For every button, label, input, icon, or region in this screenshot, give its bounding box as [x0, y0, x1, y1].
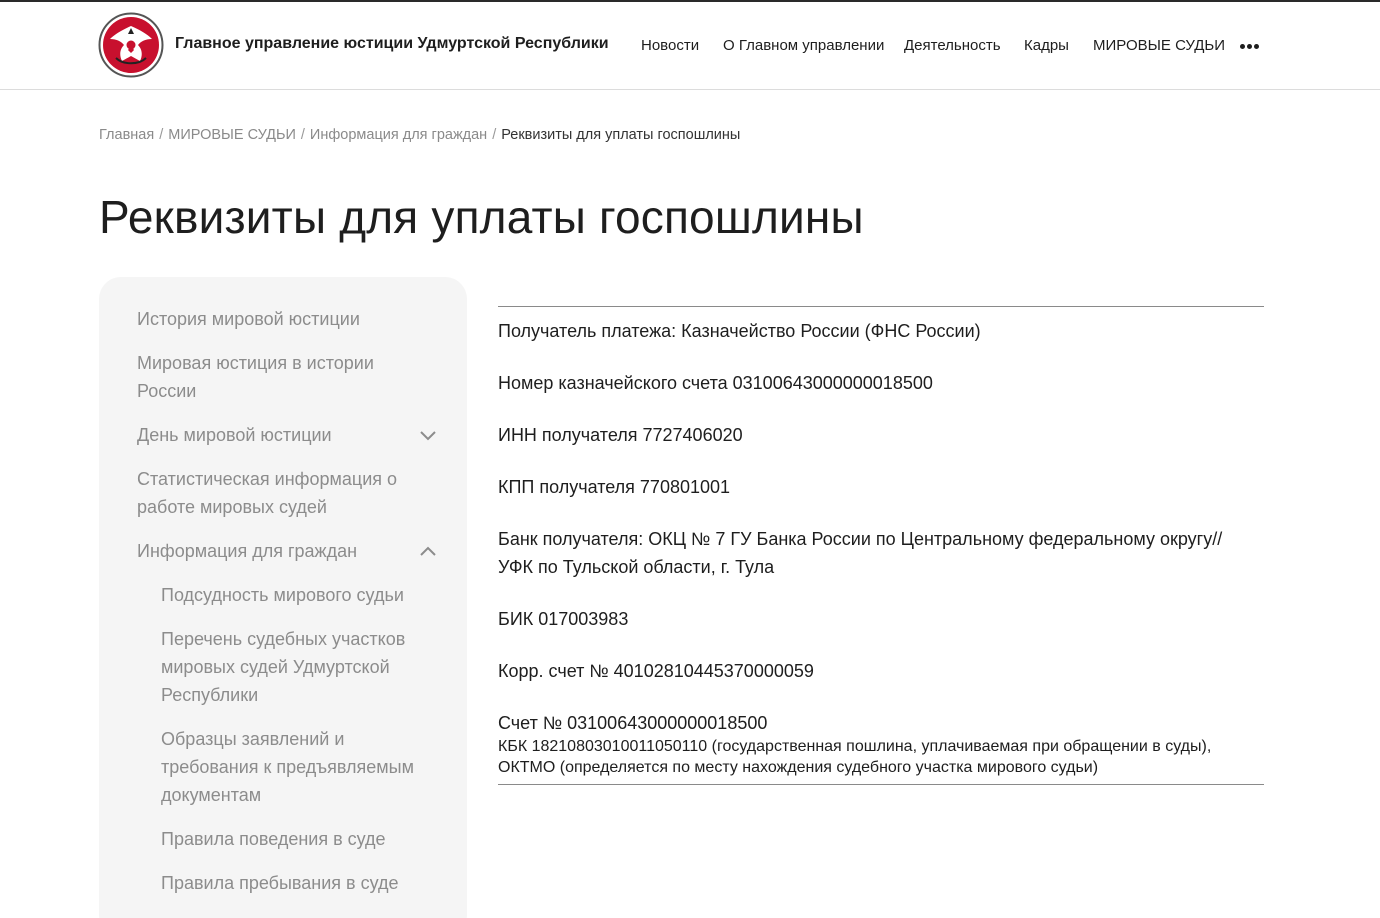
kpp-text: КПП получателя 770801001: [498, 477, 731, 497]
nav-about[interactable]: О Главном управлении: [723, 37, 884, 54]
dot: [1240, 44, 1245, 49]
sidebar-item-history[interactable]: История мировой юстиции: [137, 305, 437, 333]
dot: [1254, 44, 1259, 49]
breadcrumb-magistrates[interactable]: МИРОВЫЕ СУДЬИ: [168, 127, 296, 143]
breadcrumb-separator: /: [159, 127, 164, 143]
bik-text: БИК 017003983: [498, 609, 629, 629]
corr-account-text: Корр. счет № 40102810445370000059: [498, 661, 814, 681]
sidebar-item-justice-day[interactable]: День мировой юстиции: [137, 421, 437, 449]
nav-news[interactable]: Новости: [641, 37, 699, 54]
sidebar-subitem-conduct-rules[interactable]: Правила поведения в суде: [161, 825, 431, 853]
inn-text: ИНН получателя 7727406020: [498, 425, 743, 445]
sidebar-item-statistics[interactable]: Статистическая информация о работе миров…: [137, 465, 437, 521]
breadcrumb-separator: /: [300, 127, 305, 143]
breadcrumb-current: Реквизиты для уплаты госпошлины: [501, 127, 741, 143]
page-title: Реквизиты для уплаты госпошлины: [99, 191, 864, 243]
site-header: Главное управление юстиции Удмуртской Ре…: [0, 2, 1380, 90]
recipient-text: Получатель платежа: Казначейство России …: [498, 321, 981, 341]
nav-magistrates[interactable]: МИРОВЫЕ СУДЬИ: [1093, 37, 1225, 54]
breadcrumb-citizens-info[interactable]: Информация для граждан: [310, 127, 487, 143]
sidebar-subitem-stay-rules[interactable]: Правила пребывания в суде: [161, 869, 431, 897]
content-top-divider: [498, 306, 1264, 307]
nav-activity[interactable]: Деятельность: [904, 37, 1001, 54]
chevron-down-icon[interactable]: [419, 429, 437, 441]
sidebar-subitem-jurisdiction[interactable]: Подсудность мирового судьи: [161, 581, 431, 609]
kbk-text: КБК 18210803010011050110 (государственна…: [498, 738, 1212, 755]
content-bottom-divider: [498, 784, 1264, 785]
bank-text: Банк получателя: ОКЦ № 7 ГУ Банка России…: [498, 529, 1223, 577]
chevron-up-icon[interactable]: [419, 545, 437, 557]
main-nav: Новости О Главном управлении Деятельност…: [0, 37, 1380, 57]
breadcrumb-separator: /: [492, 127, 497, 143]
more-horizontal-icon[interactable]: [1240, 44, 1262, 52]
breadcrumb: Главная / МИРОВЫЕ СУДЬИ / Информация для гра…: [99, 127, 740, 143]
sidebar-subitem-application-samples[interactable]: Образцы заявлений и требования к предъяв…: [161, 725, 431, 809]
dot: [1247, 44, 1252, 49]
sidebar-menu: История мировой юстиции Мировая юстиция …: [99, 277, 467, 918]
sidebar-item-justice-in-history[interactable]: Мировая юстиция в истории России: [137, 349, 437, 405]
nav-staff[interactable]: Кадры: [1024, 37, 1069, 54]
sidebar-subitem-court-sites-list[interactable]: Перечень судебных участков мировых судей…: [161, 625, 431, 709]
account-text: Счет № 03100643000000018500: [498, 713, 768, 733]
oktmo-text: ОКТМО (определяется по месту нахождения …: [498, 759, 1099, 776]
breadcrumb-home[interactable]: Главная: [99, 127, 154, 143]
sidebar-item-citizens-info[interactable]: Информация для граждан: [137, 537, 437, 565]
treasury-account-text: Номер казначейского счета 03100643000000…: [498, 373, 933, 393]
